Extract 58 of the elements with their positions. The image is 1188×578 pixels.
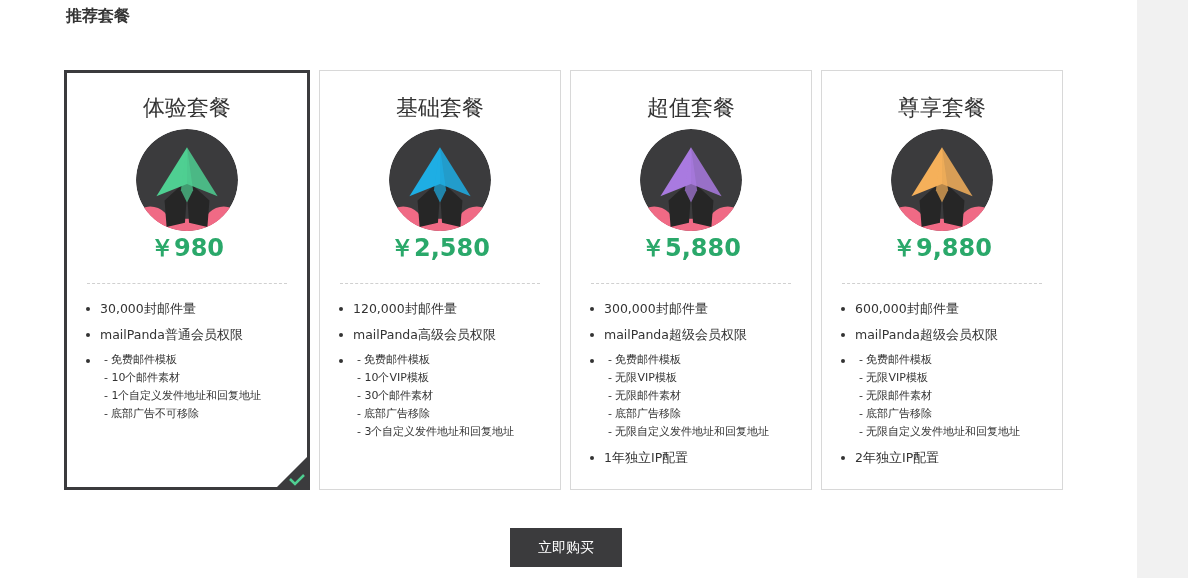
feature-detail: - 免费邮件模板: [357, 352, 432, 368]
feature-text: 1年独立IP配置: [604, 449, 689, 467]
feature-text: 300,000封邮件量: [604, 300, 708, 318]
feature-detail: - 无限邮件素材: [859, 388, 934, 404]
feature-detail: - 10个邮件素材: [104, 370, 182, 386]
bullet-icon: [841, 359, 845, 363]
feature-detail: - 10个VIP模板: [357, 370, 430, 386]
feature-detail: - 免费邮件模板: [104, 352, 179, 368]
feature-text: mailPanda高级会员权限: [353, 326, 496, 344]
feature-detail: - 底部广告移除: [357, 406, 432, 422]
buy-now-button[interactable]: 立即购买: [509, 528, 622, 567]
feature-text: 30,000封邮件量: [100, 300, 196, 318]
bullet-icon: [86, 307, 90, 311]
bullet-icon: [590, 307, 594, 311]
plan-price: ￥2,580: [390, 233, 490, 263]
feature-text: 120,000封邮件量: [353, 300, 457, 318]
plan-name: 基础套餐: [396, 94, 484, 122]
feature-text: 600,000封邮件量: [855, 300, 959, 318]
plan-name: 尊享套餐: [898, 94, 986, 122]
bullet-icon: [841, 456, 845, 460]
feature-detail: - 3个自定义发件地址和回复地址: [357, 424, 515, 440]
feature-detail: - 无限VIP模板: [859, 370, 929, 386]
plan-price: ￥9,880: [892, 233, 992, 263]
bullet-icon: [86, 333, 90, 337]
feature-detail: - 免费邮件模板: [608, 352, 683, 368]
feature-text: mailPanda超级会员权限: [604, 326, 747, 344]
feature-detail: - 底部广告移除: [859, 406, 934, 422]
feature-text: 2年独立IP配置: [855, 449, 940, 467]
plan-price: ￥980: [149, 233, 225, 263]
bullet-icon: [590, 359, 594, 363]
feature-detail: - 免费邮件模板: [859, 352, 934, 368]
bullet-icon: [841, 307, 845, 311]
plan-card[interactable]: 体验套餐 ￥980 30,000封邮件量 mailPanda普通会员权限 - 免费邮件模板 - 10个邮件素材 - 1个自定义发件地址和回复地址 - 底部广告不可移除: [64, 70, 310, 490]
plan-card[interactable]: 基础套餐 ￥2,580 120,000封邮件量 mailPanda高级会员权限 - 免费邮件模板 - 10个VIP模板 - 30个邮件素材 - 底部广告移除 - 3个自定义发件地址和回复地址: [319, 70, 561, 490]
feature-detail: - 无限VIP模板: [608, 370, 678, 386]
bullet-icon: [590, 333, 594, 337]
section-title: 推荐套餐: [66, 6, 131, 27]
feature-text: mailPanda超级会员权限: [855, 326, 998, 344]
selected-check-icon: [276, 456, 308, 488]
plan-name: 体验套餐: [143, 94, 231, 122]
feature-detail: - 无限自定义发件地址和回复地址: [608, 424, 770, 440]
bullet-icon: [339, 307, 343, 311]
feature-detail: - 无限邮件素材: [608, 388, 683, 404]
bullet-icon: [86, 359, 90, 363]
feature-detail: - 30个邮件素材: [357, 388, 435, 404]
plan-card[interactable]: 超值套餐 ￥5,880 300,000封邮件量 mailPanda超级会员权限 - 免费邮件模板 - 无限VIP模板 - 无限邮件素材 - 底部广告移除 - 无限自定义发件地址和回复地址 1年独立IP配置: [570, 70, 812, 490]
bullet-icon: [339, 333, 343, 337]
bullet-icon: [841, 333, 845, 337]
feature-detail: - 底部广告移除: [608, 406, 683, 422]
feature-detail: - 1个自定义发件地址和回复地址: [104, 388, 262, 404]
bullet-icon: [590, 456, 594, 460]
feature-text: mailPanda普通会员权限: [100, 326, 243, 344]
feature-detail: - 底部广告不可移除: [104, 406, 201, 422]
bullet-icon: [339, 359, 343, 363]
plan-card[interactable]: 尊享套餐 ￥9,880 600,000封邮件量 mailPanda超级会员权限 - 免费邮件模板 - 无限VIP模板 - 无限邮件素材 - 底部广告移除 - 无限自定义发件地址和回复地址 2年独立IP配置: [821, 70, 1063, 490]
plan-name: 超值套餐: [647, 94, 735, 122]
plan-price: ￥5,880: [641, 233, 741, 263]
feature-detail: - 无限自定义发件地址和回复地址: [859, 424, 1021, 440]
